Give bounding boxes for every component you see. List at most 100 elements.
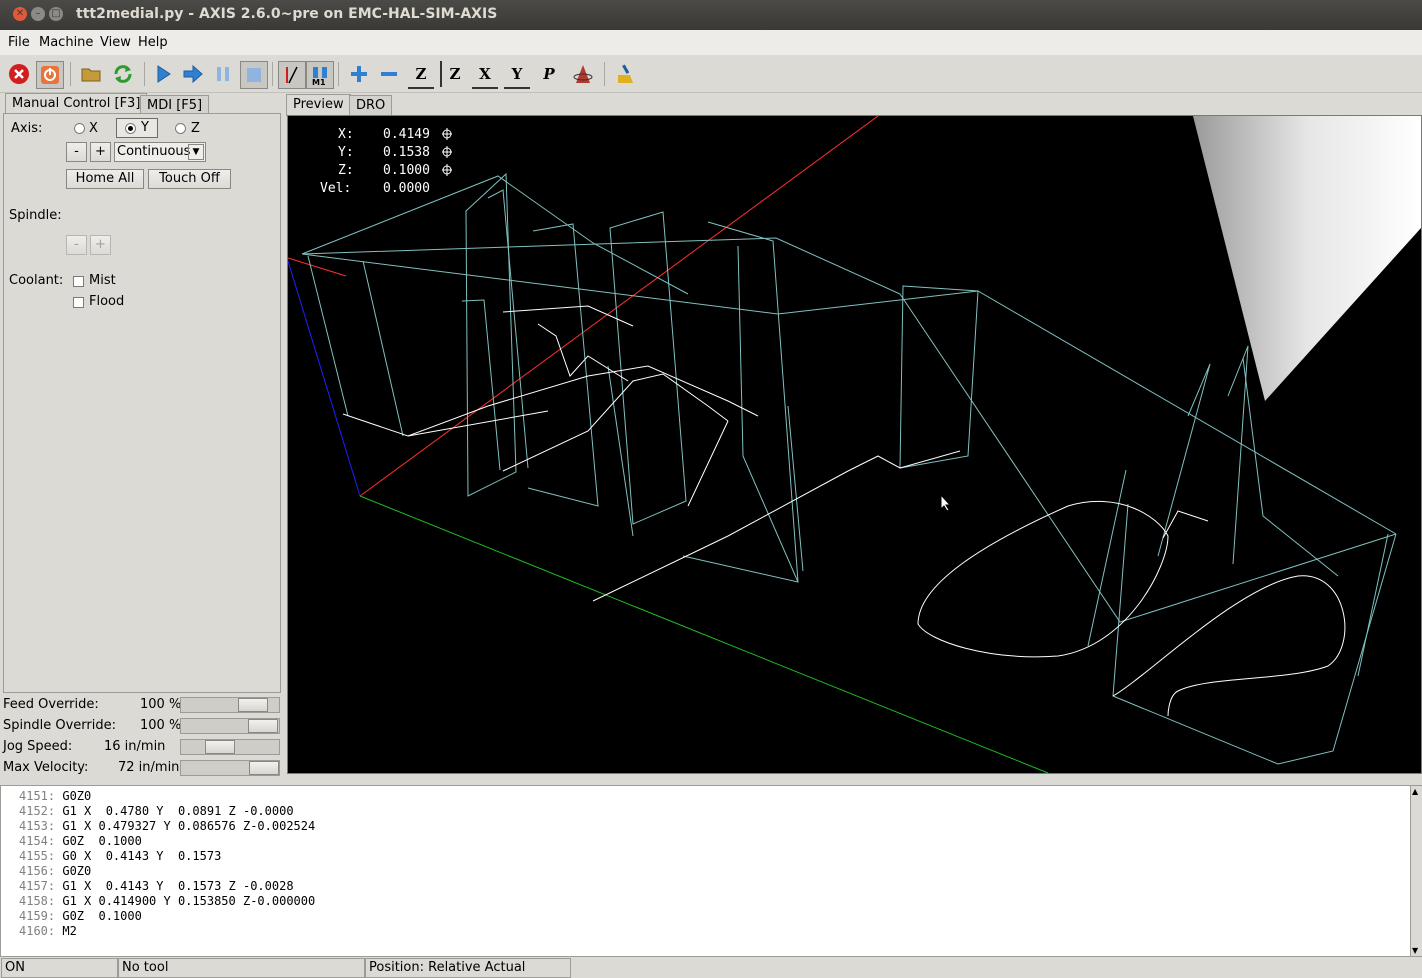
spindle-plus-button: +: [90, 235, 111, 255]
scroll-up-icon[interactable]: ▲: [1412, 787, 1418, 796]
dro-vel-value: 0.0000: [383, 181, 430, 196]
mist-checkbox[interactable]: [73, 276, 84, 287]
origin-marker: [288, 257, 347, 277]
window-titlebar: ✕ – □ ttt2medial.py - AXIS 2.6.0~pre on …: [0, 0, 1422, 30]
spindle-override-value: 100 %: [140, 718, 182, 733]
spindle-label: Spindle:: [9, 208, 62, 223]
jog-speed-slider[interactable]: [180, 739, 280, 755]
rotate-view-icon[interactable]: [570, 61, 596, 87]
open-file-icon[interactable]: [78, 61, 104, 87]
zoom-in-icon[interactable]: [346, 61, 372, 87]
max-velocity-slider[interactable]: [180, 760, 280, 776]
dro-y-label: Y:: [338, 145, 354, 160]
tab-dro[interactable]: DRO: [349, 95, 393, 116]
jog-plus-button[interactable]: +: [90, 142, 111, 162]
tab-preview[interactable]: Preview: [286, 94, 351, 116]
feed-override-thumb[interactable]: [238, 698, 268, 712]
feed-override-label: Feed Override:: [3, 697, 99, 712]
clear-plot-icon[interactable]: [612, 61, 638, 87]
view-y-icon[interactable]: Y: [504, 61, 530, 89]
dro-x-value: 0.4149: [383, 127, 430, 142]
axis-z-label: Z: [191, 121, 200, 136]
spindle-override-label: Spindle Override:: [3, 718, 116, 733]
mist-label: Mist: [89, 273, 116, 288]
gcode-line: 4156: G0Z0: [19, 864, 92, 878]
toolpath-plot: [288, 116, 1421, 773]
gcode-line: 4160: M2: [19, 924, 77, 938]
menubar: File Machine View Help: [0, 30, 1422, 55]
axis-y-radio[interactable]: [125, 123, 136, 134]
power-icon[interactable]: [36, 61, 64, 89]
tool-status: No tool: [118, 958, 365, 978]
gcode-listing[interactable]: 4151: G0Z0 4152: G1 X 0.4780 Y 0.0891 Z …: [0, 785, 1411, 957]
jog-mode-value: Continuous: [117, 144, 191, 159]
dro-z-label: Z:: [338, 163, 354, 178]
stop-icon[interactable]: [240, 61, 268, 89]
touch-off-button[interactable]: Touch Off: [148, 169, 231, 189]
y-axis-line: [359, 495, 1049, 773]
dro-z-value: 0.1000: [383, 163, 430, 178]
axis-label: Axis:: [11, 121, 43, 136]
axis-y-selected-box[interactable]: Y: [116, 118, 158, 138]
dro-y-value: 0.1538: [383, 145, 430, 160]
menu-help[interactable]: Help: [138, 35, 168, 50]
optional-stop-icon[interactable]: M1: [306, 61, 334, 89]
jog-speed-label: Jog Speed:: [3, 739, 73, 754]
view-x-icon[interactable]: X: [472, 61, 498, 89]
spindle-minus-button: -: [66, 235, 87, 255]
jog-mode-select[interactable]: Continuous ▼: [114, 142, 206, 162]
step-icon[interactable]: [180, 61, 206, 87]
statusbar: ON No tool Position: Relative Actual: [0, 957, 1422, 978]
reload-icon[interactable]: [110, 61, 136, 87]
gcode-line: 4153: G1 X 0.479327 Y 0.086576 Z-0.00252…: [19, 819, 316, 833]
gcode-line: 4154: G0Z 0.1000: [19, 834, 142, 848]
z-axis-line: [288, 260, 361, 497]
zoom-out-icon[interactable]: [376, 61, 402, 87]
feed-override-slider[interactable]: [180, 697, 280, 713]
menu-machine[interactable]: Machine: [39, 35, 93, 50]
view-p-icon[interactable]: P: [536, 61, 562, 87]
homed-y-icon: [442, 146, 452, 158]
estop-icon[interactable]: [6, 61, 32, 87]
skip-block-icon[interactable]: [278, 61, 306, 89]
homed-z-icon: [442, 164, 452, 176]
max-velocity-label: Max Velocity:: [3, 760, 89, 775]
gcode-line: 4155: G0 X 0.4143 Y 0.1573: [19, 849, 222, 863]
view-z-icon[interactable]: Z: [408, 61, 434, 89]
axis-z-radio[interactable]: [175, 123, 186, 134]
menu-file[interactable]: File: [8, 35, 30, 50]
tab-manual-control[interactable]: Manual Control [F3]: [5, 93, 148, 115]
view-z2-icon[interactable]: Z: [440, 61, 468, 87]
gcode-scrollbar[interactable]: ▲ ▼: [1410, 785, 1422, 957]
axis-y-label: Y: [141, 120, 149, 135]
flood-label: Flood: [89, 294, 125, 309]
scroll-down-icon[interactable]: ▼: [1412, 946, 1418, 955]
coolant-label: Coolant:: [9, 273, 64, 288]
flood-checkbox[interactable]: [73, 297, 84, 308]
gcode-line: 4159: G0Z 0.1000: [19, 909, 142, 923]
dro-x-label: X:: [338, 127, 354, 142]
max-velocity-thumb[interactable]: [249, 761, 279, 775]
pause-icon[interactable]: [210, 61, 236, 87]
machine-state: ON: [1, 958, 118, 978]
tool-cone: [1193, 116, 1421, 401]
spindle-override-thumb[interactable]: [248, 719, 278, 733]
minimize-window-icon[interactable]: –: [31, 7, 45, 21]
position-mode: Position: Relative Actual: [365, 958, 571, 978]
gcode-line: 4152: G1 X 0.4780 Y 0.0891 Z -0.0000: [19, 804, 294, 818]
menu-view[interactable]: View: [100, 35, 131, 50]
gcode-line: 4151: G0Z0: [19, 789, 92, 803]
axis-x-radio[interactable]: [74, 123, 85, 134]
chevron-down-icon[interactable]: ▼: [188, 144, 204, 160]
jog-speed-thumb[interactable]: [205, 740, 235, 754]
run-icon[interactable]: [150, 61, 176, 87]
mouse-cursor-icon: [940, 494, 952, 512]
jog-minus-button[interactable]: -: [66, 142, 87, 162]
close-window-icon[interactable]: ✕: [13, 7, 27, 21]
feed-paths: [342, 305, 1346, 717]
home-all-button[interactable]: Home All: [66, 169, 144, 189]
spindle-override-slider[interactable]: [180, 718, 280, 734]
toolpath-preview[interactable]: X: 0.4149 Y: 0.1538 Z: 0.1000 Vel: 0.000…: [287, 115, 1422, 774]
maximize-window-icon[interactable]: □: [49, 7, 63, 21]
svg-text:M1: M1: [312, 78, 326, 86]
